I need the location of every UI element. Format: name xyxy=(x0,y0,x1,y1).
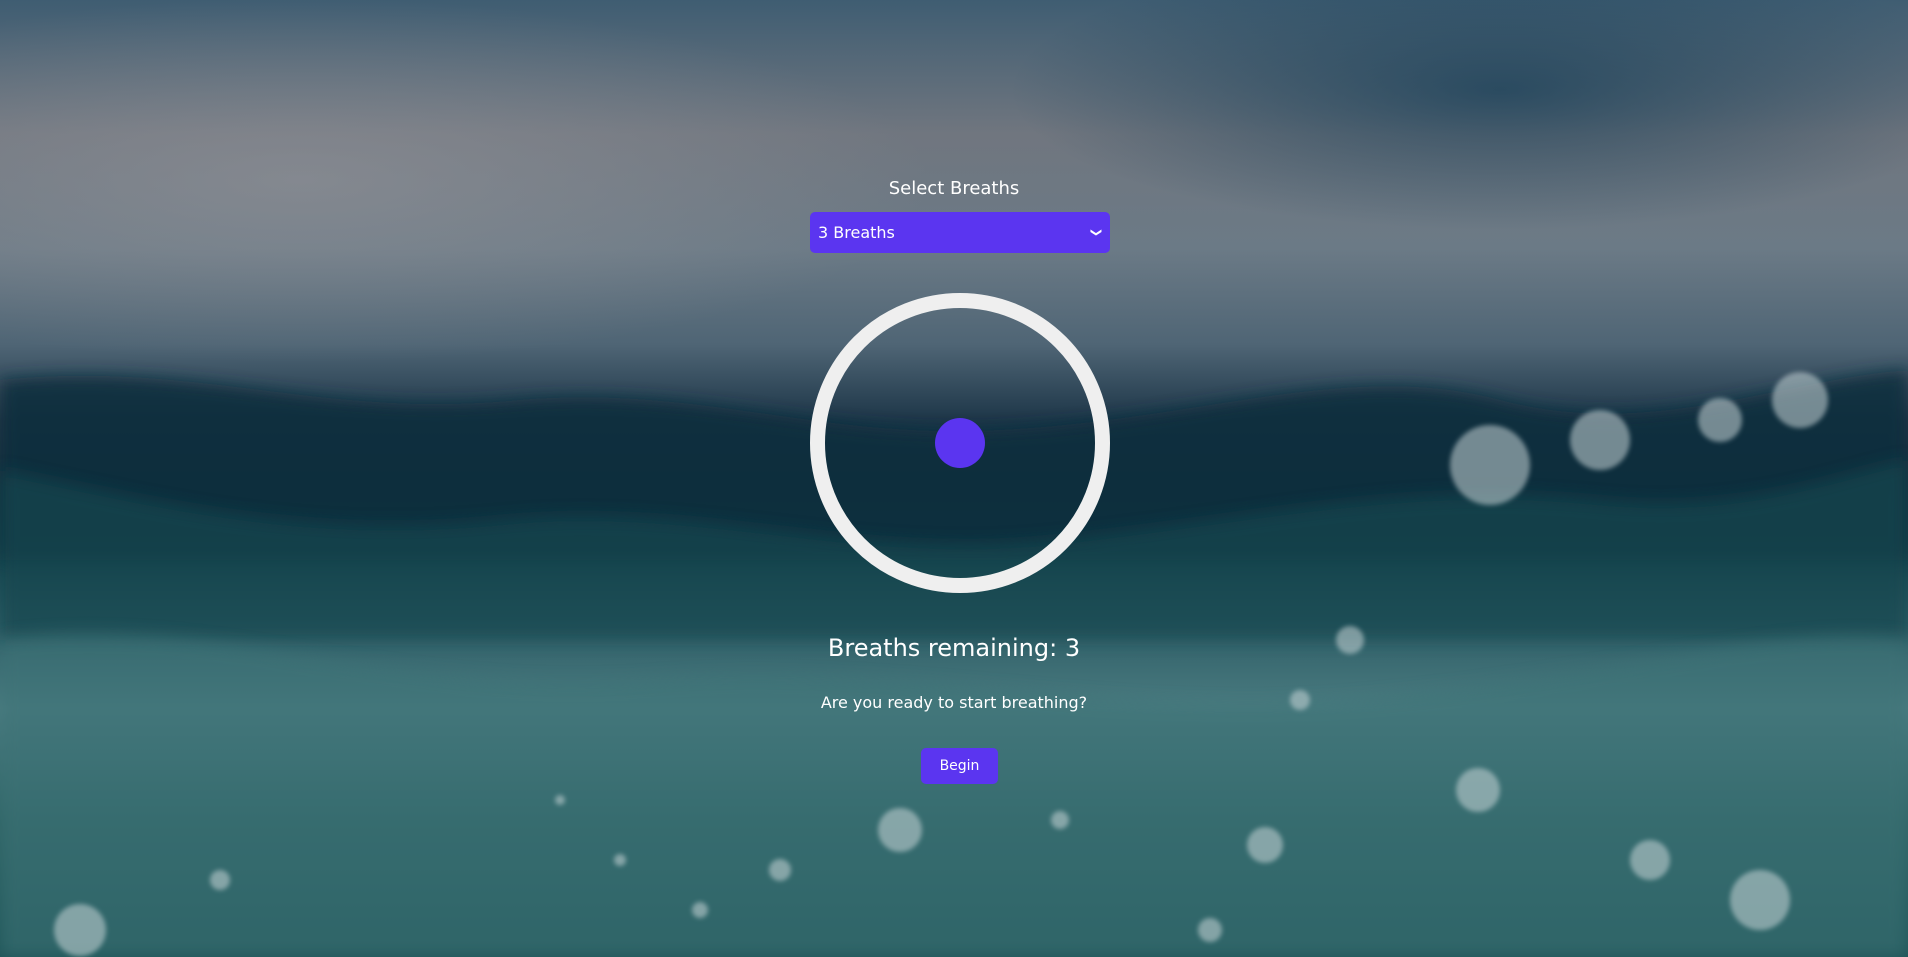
breathing-dot xyxy=(935,418,985,468)
select-breaths-label: Select Breaths xyxy=(888,178,1020,199)
app-background: Select Breaths 3 Breaths ❯ Breaths remai… xyxy=(0,0,1908,957)
instruction-text: Are you ready to start breathing? xyxy=(820,693,1088,712)
chevron-down-icon: ❯ xyxy=(1089,227,1103,238)
breaths-remaining-text: Breaths remaining: 3 xyxy=(827,634,1081,662)
breaths-select-value: 3 Breaths xyxy=(818,223,895,242)
begin-button[interactable]: Begin xyxy=(921,748,998,784)
breaths-select[interactable]: 3 Breaths ❯ xyxy=(810,212,1110,253)
breathing-panel: Select Breaths 3 Breaths ❯ Breaths remai… xyxy=(0,0,1908,957)
